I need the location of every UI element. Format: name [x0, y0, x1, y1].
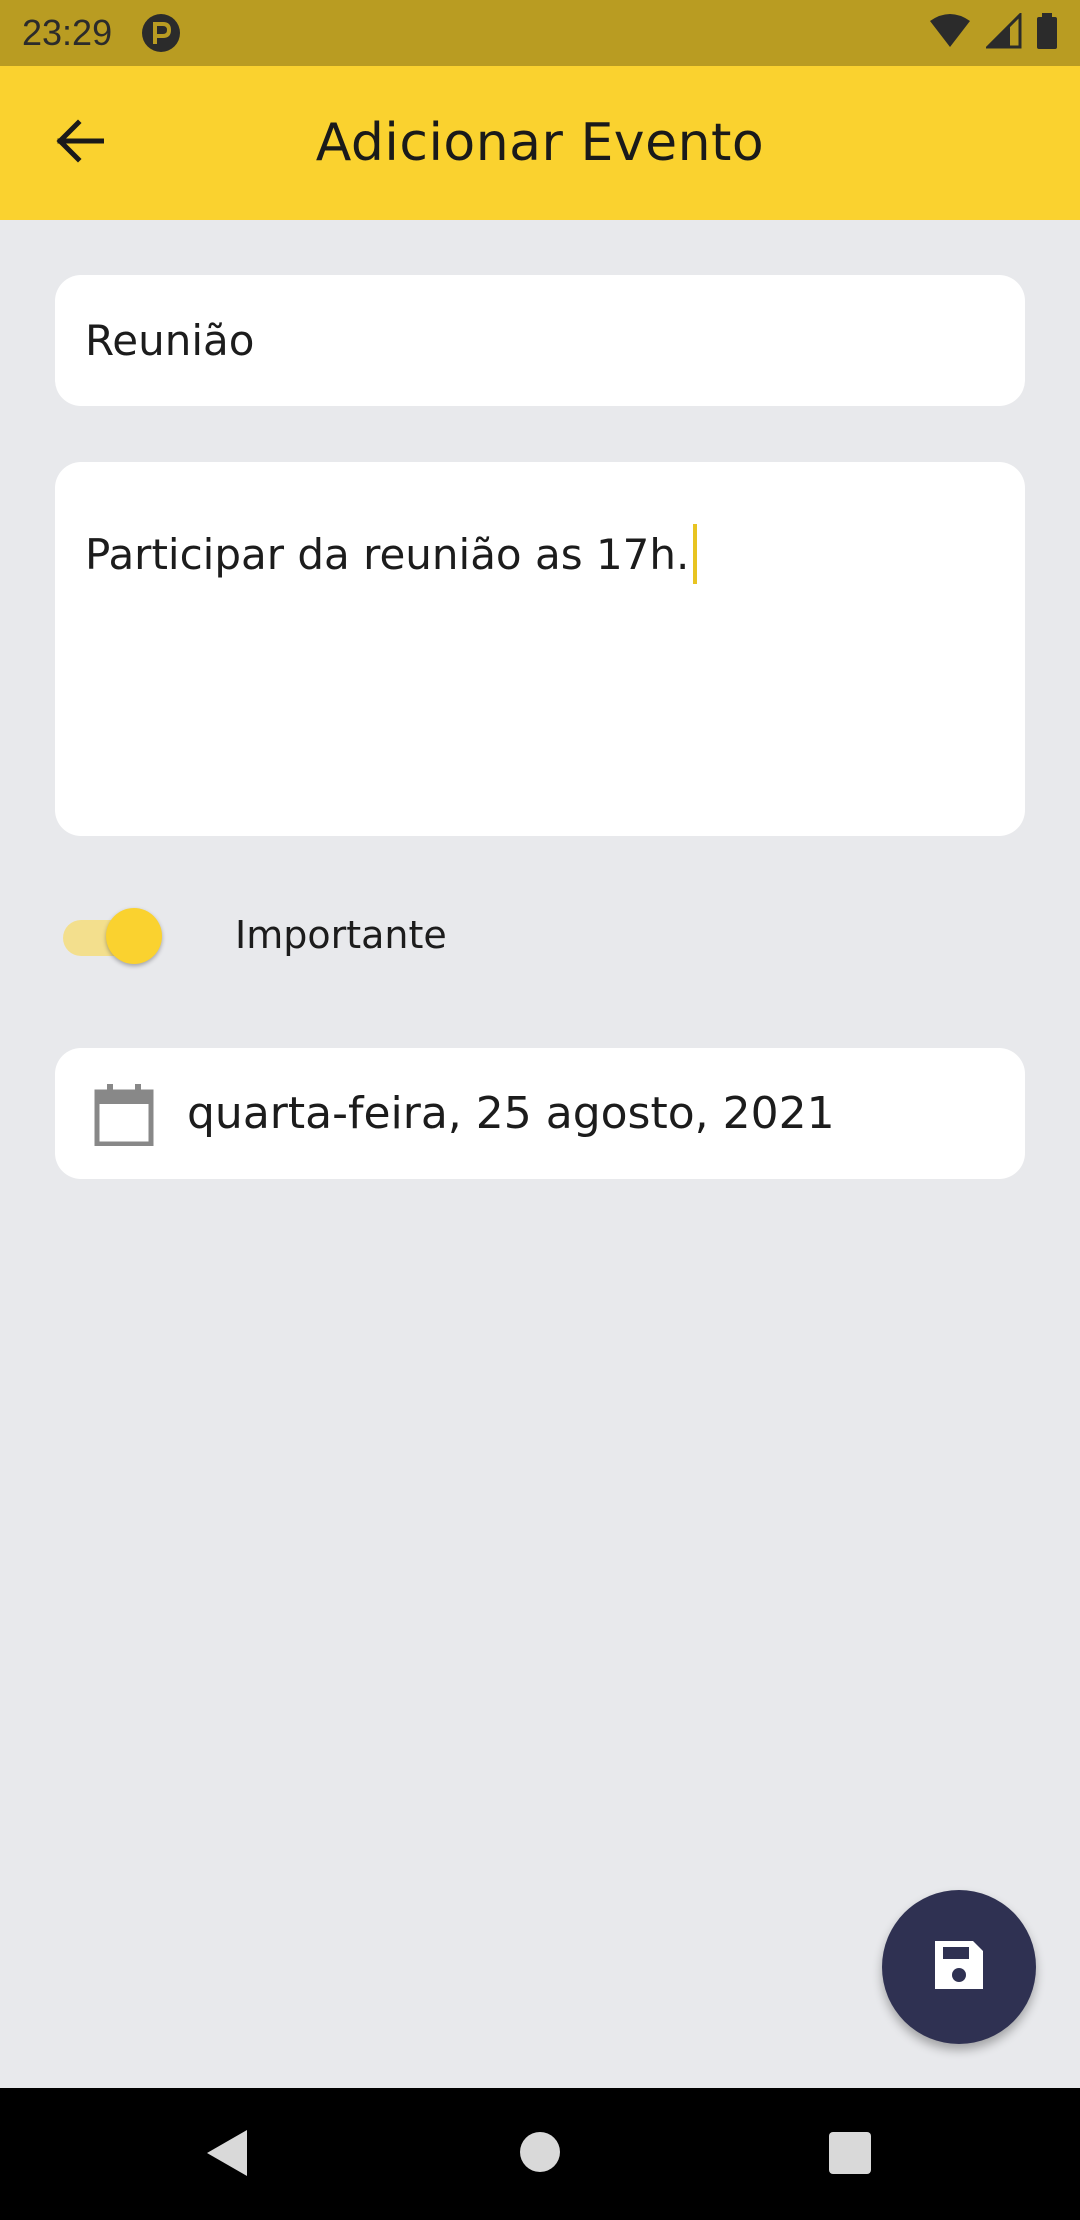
cell-signal-icon — [984, 11, 1022, 53]
event-title-value: Reunião — [85, 316, 255, 365]
event-date-field[interactable]: quarta-feira, 25 agosto, 2021 — [55, 1048, 1025, 1179]
status-bar: 23:29 — [0, 0, 1080, 66]
event-date-value: quarta-feira, 25 agosto, 2021 — [187, 1088, 835, 1139]
important-toggle-row: Importante — [55, 900, 655, 970]
event-description-content: Participar da reunião as 17h. — [85, 524, 698, 584]
calendar-icon — [93, 1084, 155, 1147]
system-nav-bar — [0, 2088, 1080, 2220]
important-label: Importante — [235, 913, 447, 957]
app-bar: Adicionar Evento — [0, 66, 1080, 220]
important-switch[interactable] — [55, 900, 165, 970]
event-description-value: Participar da reunião as 17h. — [85, 529, 690, 579]
save-icon — [931, 1937, 987, 1997]
switch-thumb — [106, 908, 162, 964]
home-circle-icon[interactable] — [520, 2132, 560, 2172]
recents-square-icon[interactable] — [829, 2132, 871, 2174]
page-title: Adicionar Evento — [315, 113, 765, 173]
app-notification-icon — [142, 14, 181, 52]
status-time: 23:29 — [22, 12, 113, 53]
text-cursor — [693, 524, 698, 584]
save-button[interactable] — [882, 1890, 1036, 2044]
event-title-field[interactable]: Reunião — [55, 275, 1025, 406]
wifi-icon — [928, 13, 972, 53]
battery-icon — [1036, 13, 1058, 53]
back-triangle-icon[interactable] — [205, 2128, 249, 2182]
event-description-field[interactable]: Participar da reunião as 17h. — [55, 462, 1025, 836]
